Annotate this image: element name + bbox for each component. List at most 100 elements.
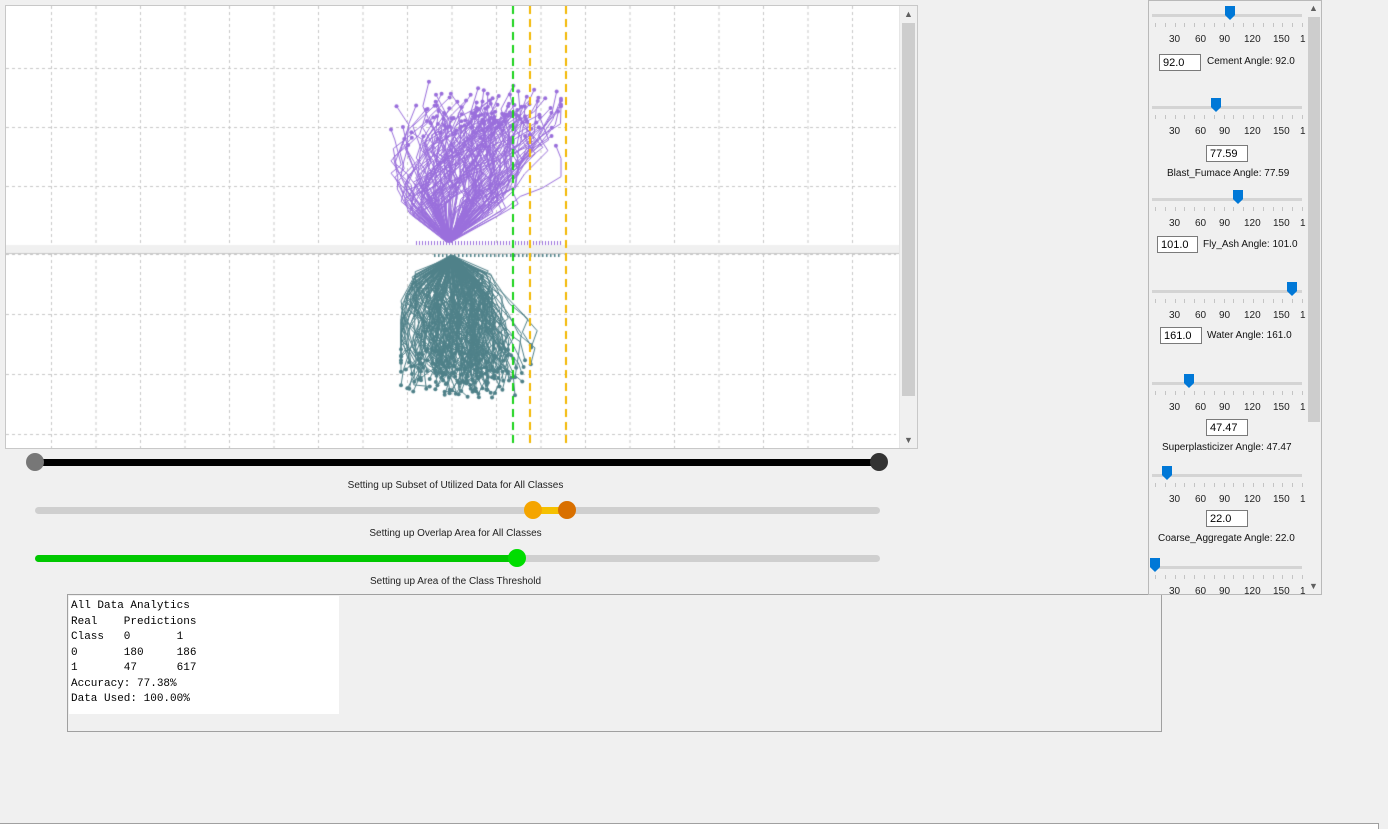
angle-slider-handle[interactable] <box>1233 190 1243 204</box>
angle-slider-track[interactable] <box>1152 106 1302 109</box>
angle-scale-label: 30 <box>1169 494 1181 505</box>
subset-high-handle[interactable] <box>870 453 888 471</box>
angle-value-input[interactable]: 77.59 <box>1206 145 1248 162</box>
angle-slider-group[interactable]: 30 60 90 120 150 1 <box>1149 190 1306 280</box>
angle-scale-label: 30 <box>1169 402 1181 413</box>
overlap-slider[interactable] <box>25 500 891 520</box>
panel-scroll-up-icon[interactable]: ▲ <box>1306 1 1321 16</box>
angle-slider-handle[interactable] <box>1150 558 1160 572</box>
angle-scale-label: 150 <box>1273 126 1290 137</box>
angle-value-label: Superplasticizer Angle: 47.47 <box>1162 442 1292 453</box>
overlap-low-handle[interactable] <box>524 501 542 519</box>
scroll-up-icon[interactable]: ▲ <box>900 6 917 22</box>
angle-slider-ticks <box>1155 575 1303 579</box>
angle-scale-label: 30 <box>1169 586 1181 595</box>
angle-scale-label: 120 <box>1244 494 1261 505</box>
angle-scale-label: 120 <box>1244 586 1261 595</box>
angle-scale-label: 150 <box>1273 34 1290 45</box>
angle-slider-track[interactable] <box>1152 198 1302 201</box>
angle-slider-ticks <box>1155 391 1303 395</box>
angle-slider-handle[interactable] <box>1184 374 1194 388</box>
analytics-panel: All Data Analytics Real Predictions Class … <box>67 594 1162 732</box>
angle-scale-label: 120 <box>1244 402 1261 413</box>
plot-vertical-scrollbar[interactable]: ▲ ▼ <box>899 6 917 448</box>
angle-slider-track[interactable] <box>1152 566 1302 569</box>
angle-scale-label: 1 <box>1300 310 1306 321</box>
analytics-text: All Data Analytics Real Predictions Class … <box>69 596 339 714</box>
angle-value-label: Coarse_Aggregate Angle: 22.0 <box>1158 533 1295 544</box>
angle-panel[interactable]: 30 60 90 120 150 1 92.0 Cement Angle: 92.0 30 60 9… <box>1148 0 1322 595</box>
analytics-accuracy: Accuracy: 77.38% <box>71 677 177 690</box>
angle-panel-scrollbar[interactable]: ▲ ▼ <box>1306 1 1321 594</box>
angle-scale-label: 60 <box>1195 494 1207 505</box>
angle-scale-label: 60 <box>1195 34 1207 45</box>
angle-value-label: Water Angle: 161.0 <box>1207 330 1292 341</box>
angle-scale-label: 60 <box>1195 586 1207 595</box>
scroll-down-icon[interactable]: ▼ <box>900 432 917 448</box>
angle-scale-label: 150 <box>1273 310 1290 321</box>
angle-scale-label: 90 <box>1219 402 1231 413</box>
analytics-title: All Data Analytics <box>71 600 190 612</box>
parallel-coordinates-plot[interactable] <box>6 6 899 448</box>
angle-scale-label: 30 <box>1169 126 1181 137</box>
angle-slider-track[interactable] <box>1152 290 1302 293</box>
overlap-high-handle[interactable] <box>558 501 576 519</box>
angle-slider-group[interactable]: 30 60 90 120 150 1 <box>1149 558 1306 595</box>
angle-value-input[interactable]: 47.47 <box>1206 419 1248 436</box>
angle-scale-label: 90 <box>1219 494 1231 505</box>
angle-scale-labels: 30 60 90 120 150 1 <box>1149 34 1306 46</box>
angle-slider-handle[interactable] <box>1162 466 1172 480</box>
subset-low-handle[interactable] <box>26 453 44 471</box>
overlap-slider-label: Setting up Overlap Area for All Classes <box>369 528 542 539</box>
angle-scale-label: 30 <box>1169 34 1181 45</box>
angle-slider-group[interactable]: 30 60 90 120 150 1 <box>1149 6 1306 96</box>
angle-slider-track[interactable] <box>1152 382 1302 385</box>
angle-scale-label: 1 <box>1300 494 1306 505</box>
angle-slider-handle[interactable] <box>1287 282 1297 296</box>
angle-scale-labels: 30 60 90 120 150 1 <box>1149 586 1306 595</box>
panel-scroll-down-icon[interactable]: ▼ <box>1306 579 1321 594</box>
analytics-header-1: Real Predictions <box>71 615 197 628</box>
angle-scale-label: 1 <box>1300 126 1306 137</box>
scroll-thumb[interactable] <box>902 23 915 396</box>
subset-slider[interactable] <box>25 452 891 472</box>
angle-slider-handle[interactable] <box>1211 98 1221 112</box>
angle-scale-label: 150 <box>1273 402 1290 413</box>
angle-scale-label: 90 <box>1219 586 1231 595</box>
angle-value-input[interactable]: 22.0 <box>1206 510 1248 527</box>
panel-scroll-thumb[interactable] <box>1308 17 1320 422</box>
angle-scale-label: 1 <box>1300 34 1306 45</box>
subset-slider-label: Setting up Subset of Utilized Data for A… <box>347 480 564 491</box>
angle-scale-label: 90 <box>1219 310 1231 321</box>
angle-value-input[interactable]: 92.0 <box>1159 54 1201 71</box>
angle-scale-labels: 30 60 90 120 150 1 <box>1149 494 1306 506</box>
plot-area[interactable]: ▲ ▼ <box>5 5 918 449</box>
threshold-slider[interactable] <box>25 548 891 568</box>
angle-slider-track[interactable] <box>1152 474 1302 477</box>
angle-slider-handle[interactable] <box>1225 6 1235 20</box>
angle-scale-label: 120 <box>1244 310 1261 321</box>
threshold-handle[interactable] <box>508 549 526 567</box>
angle-scale-label: 1 <box>1300 218 1306 229</box>
angle-slider-ticks <box>1155 23 1303 27</box>
threshold-slider-label: Setting up Area of the Class Threshold <box>369 576 542 587</box>
angle-scale-label: 120 <box>1244 218 1261 229</box>
angle-value-input[interactable]: 161.0 <box>1160 327 1202 344</box>
angle-value-label: Blast_Fumace Angle: 77.59 <box>1167 168 1290 179</box>
analytics-row-1: 1 47 617 <box>71 662 197 674</box>
angle-scale-label: 60 <box>1195 126 1207 137</box>
angle-scale-label: 120 <box>1244 34 1261 45</box>
angle-scale-label: 90 <box>1219 126 1231 137</box>
angle-scale-label: 30 <box>1169 218 1181 229</box>
angle-scale-label: 150 <box>1273 494 1290 505</box>
analytics-header-2: Class 0 1 <box>71 631 184 643</box>
angle-value-input[interactable]: 101.0 <box>1157 236 1198 253</box>
threshold-fill <box>35 555 518 562</box>
angle-scale-label: 60 <box>1195 402 1207 413</box>
subset-slider-track <box>35 459 879 466</box>
angle-scale-label: 150 <box>1273 586 1290 595</box>
angle-scale-label: 1 <box>1300 586 1306 595</box>
bottom-status-area <box>0 823 1379 829</box>
angle-scale-labels: 30 60 90 120 150 1 <box>1149 310 1306 322</box>
angle-scale-labels: 30 60 90 120 150 1 <box>1149 218 1306 230</box>
